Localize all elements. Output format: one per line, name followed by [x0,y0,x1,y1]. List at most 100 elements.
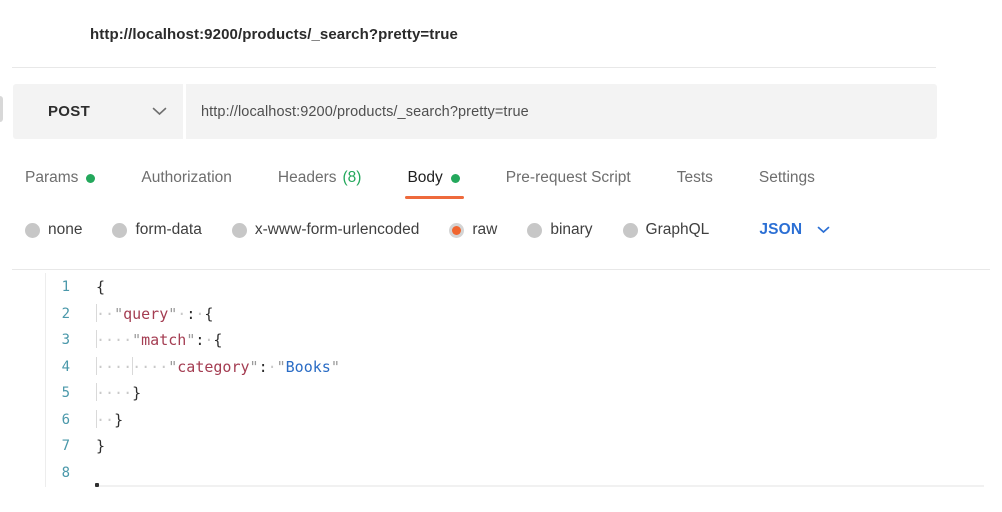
code-content[interactable]: ··} [70,407,123,434]
url-input[interactable]: http://localhost:9200/products/_search?p… [186,84,937,139]
code-editor[interactable]: 1{2··"query"·:·{3····"match":·{4········… [0,274,1002,486]
chevron-down-icon [152,107,167,116]
body-type-form-data[interactable]: form-data [112,221,201,239]
line-number: 7 [0,433,70,460]
body-type-raw[interactable]: raw [449,221,497,239]
code-token: " [331,358,340,376]
editor-scroll-track[interactable] [96,485,984,487]
tab-label: Pre-request Script [506,169,631,187]
radio-x-www-form-urlencoded-icon[interactable] [232,223,247,238]
radio-binary-icon[interactable] [527,223,542,238]
code-line: 2··"query"·:·{ [0,301,1002,328]
tab-body[interactable]: Body [407,169,459,187]
code-token: " [168,358,177,376]
code-token: " [168,305,177,323]
code-token: " [114,305,123,323]
tab-headers[interactable]: Headers(8) [278,169,362,187]
tab-label: Settings [759,169,815,187]
code-token: ···· [96,358,132,376]
line-number: 5 [0,380,70,407]
tab-params[interactable]: Params [25,169,95,187]
body-type-graphql[interactable]: GraphQL [623,221,710,239]
code-token: query [123,305,168,323]
editor-divider [12,269,990,270]
code-content[interactable]: ····"match":·{ [70,327,222,354]
code-content[interactable]: ··"query"·:·{ [70,301,213,328]
code-line: 7} [0,433,1002,460]
body-type-label: none [48,221,82,239]
url-value: http://localhost:9200/products/_search?p… [201,104,529,120]
method-label: POST [48,103,90,120]
radio-raw-icon[interactable] [449,223,464,238]
code-token: " [277,358,286,376]
tab-label: Headers [278,169,337,187]
code-content[interactable]: ········"category":·"Books" [70,354,340,381]
code-line: 6··} [0,407,1002,434]
tab-settings[interactable]: Settings [759,169,815,187]
code-content[interactable] [70,460,96,487]
tab-label: Body [407,169,442,187]
code-token: ···· [132,358,168,376]
line-number: 6 [0,407,70,434]
green-dot-icon [451,174,460,183]
code-token: } [96,437,105,455]
code-line: 8 [0,460,1002,487]
radio-form-data-icon[interactable] [112,223,127,238]
body-type-label: x-www-form-urlencoded [255,221,420,239]
code-line: 3····"match":·{ [0,327,1002,354]
text-cursor [95,483,99,487]
code-token: " [250,358,259,376]
method-select[interactable]: POST [13,84,183,139]
line-number: 2 [0,301,70,328]
body-type-label: form-data [135,221,201,239]
chevron-down-icon [817,226,830,234]
code-token: " [186,331,195,349]
code-line: 1{ [0,274,1002,301]
radio-graphql-icon[interactable] [623,223,638,238]
language-select[interactable]: JSON [759,221,830,239]
line-number: 1 [0,274,70,301]
code-token: { [96,278,105,296]
code-token: ···· [96,384,132,402]
code-token: ···· [96,331,132,349]
body-type-binary[interactable]: binary [527,221,592,239]
tab-label: Tests [677,169,713,187]
code-token: { [204,305,213,323]
request-tabs: Params Authorization Headers(8) Body Pre-req… [25,167,815,189]
code-token: Books [286,358,331,376]
tab-authorization[interactable]: Authorization [141,169,231,187]
code-token: ·· [96,305,114,323]
code-token: " [132,331,141,349]
request-url-bar: POST http://localhost:9200/products/_sea… [13,84,937,139]
tab-label: Params [25,169,78,187]
line-number: 3 [0,327,70,354]
postman-request-panel: http://localhost:9200/products/_search?p… [0,0,1002,512]
tab-pre-request-script[interactable]: Pre-request Script [506,169,631,187]
code-token: : [186,305,195,323]
code-line: 4········"category":·"Books" [0,354,1002,381]
body-type-label: binary [550,221,592,239]
code-content[interactable]: ····} [70,380,141,407]
radio-none-icon[interactable] [25,223,40,238]
code-content[interactable]: { [70,274,105,301]
left-edge-sliver [0,96,3,122]
code-token: ·· [96,411,114,429]
line-number: 8 [0,460,70,487]
code-token: · [177,305,186,323]
title-divider [12,67,936,68]
tab-tests[interactable]: Tests [677,169,713,187]
body-type-options: none form-data x-www-form-urlencoded raw bin… [25,221,709,239]
body-type-row: none form-data x-www-form-urlencoded raw bin… [25,220,830,240]
body-type-x-www-form-urlencoded[interactable]: x-www-form-urlencoded [232,221,420,239]
green-dot-icon [86,174,95,183]
code-content[interactable]: } [70,433,105,460]
code-token: { [213,331,222,349]
language-label: JSON [759,221,802,239]
code-token: match [141,331,186,349]
code-token: category [177,358,249,376]
request-title: http://localhost:9200/products/_search?p… [90,26,458,43]
code-token: : [259,358,268,376]
body-type-label: GraphQL [646,221,710,239]
body-type-none[interactable]: none [25,221,82,239]
code-line: 5····} [0,380,1002,407]
